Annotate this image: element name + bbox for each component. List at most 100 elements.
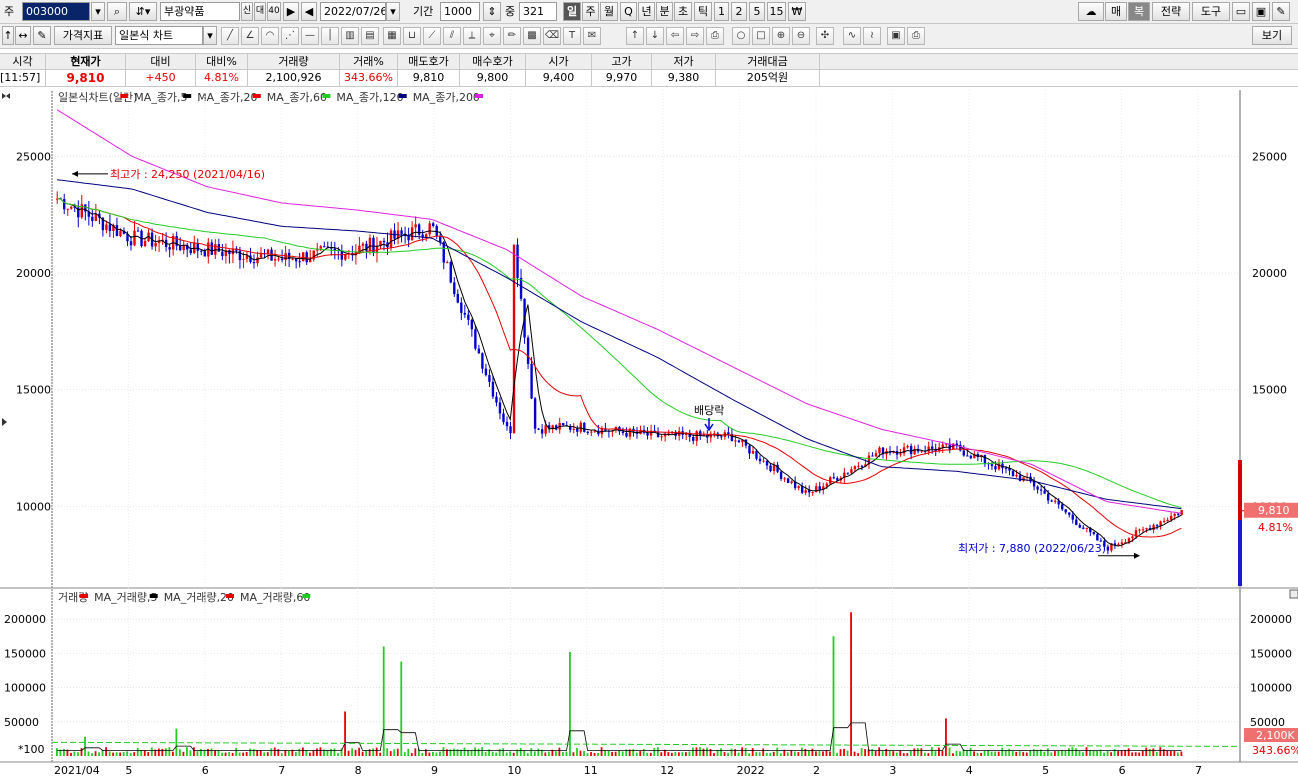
volume-bar [1075,748,1077,756]
candle-body [446,262,449,264]
open-folder-icon[interactable]: ▭ [1232,2,1250,21]
chart-panel[interactable]: 일본식차트(일간) MA_종가,5 MA_종가,20 MA_종가,60 MA_종가,12… [0,90,1298,777]
crosshair-icon[interactable]: ✣ [816,27,834,45]
candle-body [301,252,305,262]
volume-bar [593,753,596,756]
candle-body [498,402,502,414]
stock-code-input[interactable]: 003000 [22,2,90,21]
middle-count-input[interactable]: 321 [519,2,557,21]
volume-bar [407,748,410,756]
wrench-icon[interactable]: ✎ [1272,2,1290,21]
pencil-tool-icon[interactable]: ✏ [503,27,521,45]
strategy-button[interactable]: 전략 [1152,2,1190,21]
chart-type-dropdown-button[interactable]: ▾ [203,26,217,45]
bars-tool-icon[interactable]: ▥ [341,27,359,45]
tools-button[interactable]: 도구 [1192,2,1230,21]
play-back-button[interactable]: ◀ [301,2,317,21]
quote-header-cell: 거래% [340,54,398,70]
fibo-tool-icon[interactable]: ⊔ [403,27,421,45]
text-tool-icon[interactable]: T [563,27,581,45]
rect-tool-icon[interactable]: □ [752,27,770,45]
scroll-up-icon[interactable]: ↑ [2,26,14,45]
arrow-right-icon[interactable]: ⇨ [686,27,704,45]
print-icon[interactable]: ⎙ [907,27,925,45]
period-button[interactable]: 15 [767,2,786,21]
line-tool-icon[interactable]: ╱ [221,27,239,45]
legend-swatch [302,594,311,598]
buy-sell-button[interactable]: 매 [1105,2,1127,21]
image-icon[interactable]: ▣ [887,27,905,45]
price-indicator-button[interactable]: 가격지표 [54,26,112,45]
spinner-icon[interactable]: ⇕ [483,2,501,21]
circle-tool-icon[interactable]: ○ [732,27,750,45]
scroll-lr-icon[interactable]: ↔ [15,26,31,45]
period-button[interactable]: 분 [656,2,673,21]
candle-body [906,445,909,448]
arrow-up-icon[interactable]: ↑ [626,27,644,45]
candle-body [1078,524,1081,528]
candle-body [136,230,140,232]
edit-icon[interactable]: ✎ [33,26,51,45]
cloud-icon[interactable]: ☁ [1078,2,1104,21]
price-legend-item: MA_종가,60 [267,91,327,104]
hline-tool-icon[interactable]: — [301,27,319,45]
save-icon[interactable]: ▣ [1252,2,1270,21]
zoom-out-icon[interactable]: ⊖ [792,27,810,45]
document-icon[interactable]: ⎙ [706,27,724,45]
volume-bar [878,747,881,756]
period-button[interactable]: 1 [714,2,729,21]
candle-body [154,243,157,247]
volume-bar [157,748,160,756]
price-volume-chart[interactable]: 일본식차트(일간)MA_종가,5 MA_종가,20 MA_종가,60 MA_종가,12… [0,90,1298,777]
candle-body [878,447,881,454]
vline-tool-icon[interactable]: │ [321,27,339,45]
candle-body [449,262,452,283]
trend-tool-icon[interactable]: ⟋ [423,27,441,45]
period-count-input[interactable]: 1000 [440,2,480,21]
candle-body [625,432,628,437]
calendar-dropdown-button[interactable]: ▾ [386,2,400,21]
zigzag-icon[interactable]: ≀ [863,27,881,45]
arc-tool-icon[interactable]: ◠ [261,27,279,45]
period-button[interactable]: 2 [731,2,747,21]
color-tool-icon[interactable]: ▩ [523,27,541,45]
wave-icon[interactable]: ∿ [843,27,861,45]
date-field[interactable]: 2022/07/26 [320,2,386,21]
stock-name-field[interactable]: 부광약품 [160,2,240,21]
period-button[interactable]: 5 [749,2,765,21]
erase-tool-icon[interactable]: ⌫ [543,27,561,45]
view-button[interactable]: 보기 [1252,26,1292,45]
code-dropdown-button[interactable]: ▾ [91,2,105,21]
play-forward-button[interactable]: ▶ [283,2,299,21]
period-button[interactable]: 초 [674,2,692,21]
period-button[interactable]: 주 [582,2,599,21]
note-tool-icon[interactable]: ✉ [583,27,601,45]
period-button[interactable]: 월 [600,2,618,21]
candle-body [1071,514,1074,520]
ruler-tool-icon[interactable]: ⟂ [463,27,481,45]
magnet-icon[interactable]: ⌖ [483,27,501,45]
fan-tool-icon[interactable]: ⋰ [281,27,299,45]
table-tool-icon[interactable]: ▦ [383,27,401,45]
price-legend-item: MA_종가,200 [413,91,480,104]
volume-bar [547,751,550,756]
period-button[interactable]: 일 [563,2,581,21]
channel-tool-icon[interactable]: ⫽ [443,27,461,45]
period-button[interactable]: ₩ [788,2,806,21]
arrow-left-icon[interactable]: ⇦ [666,27,684,45]
search-icon[interactable]: ⌕ [107,2,127,21]
period-button[interactable]: 년 [638,2,655,21]
angle-tool-icon[interactable]: ∠ [241,27,259,45]
candle-body [579,422,582,432]
candle-body [720,436,723,438]
grid-tool-icon[interactable]: ▤ [361,27,379,45]
volume-tick-label-right: 100000 [1250,682,1292,695]
compound-button[interactable]: 복 [1128,2,1150,21]
volume-bar [1085,747,1088,756]
arrow-down-icon[interactable]: ↓ [646,27,664,45]
zoom-in-icon[interactable]: ⊕ [772,27,790,45]
chart-type-select[interactable]: 일본식 차트 [115,26,203,45]
sort-icon[interactable]: ⇵▾ [129,2,157,21]
period-button[interactable]: Q [620,2,637,21]
period-button[interactable]: 틱 [694,2,712,21]
